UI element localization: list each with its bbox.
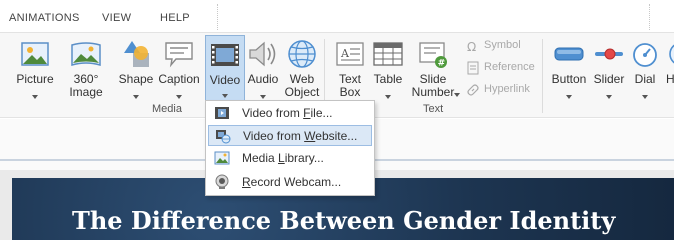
image360-button[interactable]: 360° Image xyxy=(56,35,116,101)
video-website-icon xyxy=(216,130,231,144)
menu-item-label: Record Webcam... xyxy=(242,175,342,189)
web-object-label: Web Object xyxy=(284,72,320,99)
svg-text:Ω: Ω xyxy=(467,40,476,53)
slide-number-label: Slide Number xyxy=(411,72,455,99)
menu-item-video-from-file[interactable]: Video from File... xyxy=(208,103,372,124)
text-box-label: Text Box xyxy=(338,72,361,99)
insert-button-button[interactable]: Button xyxy=(548,35,590,101)
shape-label: Shape xyxy=(118,72,154,86)
reference-label: Reference xyxy=(484,61,535,73)
table-button[interactable]: Table xyxy=(370,35,406,101)
panorama-icon xyxy=(71,42,101,66)
hotspot-icon xyxy=(669,44,674,64)
chevron-down-icon xyxy=(260,95,266,99)
group-label-text: Text xyxy=(423,103,444,115)
tab-help[interactable]: HELP xyxy=(160,12,190,24)
slide-number-button[interactable]: # Slide Number xyxy=(408,35,460,101)
reference-icon xyxy=(467,61,479,75)
menu-item-label: Video from File... xyxy=(242,106,333,120)
hotspot-button[interactable]: H xyxy=(664,35,674,101)
menu-item-label: Video from Website... xyxy=(243,129,358,143)
chevron-down-icon xyxy=(133,95,139,99)
caption-label: Caption xyxy=(158,72,200,86)
button-icon xyxy=(554,47,584,61)
film-icon xyxy=(211,44,239,66)
chevron-down-icon xyxy=(606,95,612,99)
dial-icon xyxy=(633,43,657,67)
chevron-down-icon xyxy=(32,95,38,99)
text-box-icon: A xyxy=(336,42,364,66)
shape-button[interactable]: Shape xyxy=(116,35,156,101)
chevron-down-icon xyxy=(222,94,228,98)
table-label: Table xyxy=(373,72,403,86)
video-button[interactable]: Video xyxy=(205,35,245,101)
group-separator xyxy=(542,39,543,113)
slide-title[interactable]: The Difference Between Gender Identity xyxy=(72,206,615,235)
media-library-icon xyxy=(214,151,230,165)
slider-label: Slider xyxy=(593,72,625,86)
chevron-down-icon xyxy=(642,95,648,99)
dial-button[interactable]: Dial xyxy=(628,35,662,101)
tab-animations[interactable]: ANIMATIONS xyxy=(9,12,80,24)
caption-button[interactable]: Caption xyxy=(156,35,202,101)
table-icon xyxy=(373,42,403,66)
speaker-icon xyxy=(249,41,276,67)
svg-text:A: A xyxy=(340,47,350,60)
chevron-down-icon xyxy=(566,95,572,99)
globe-icon xyxy=(288,40,316,68)
slide-number-icon: # xyxy=(419,42,447,69)
link-icon xyxy=(467,84,479,96)
menu-item-media-library[interactable]: Media Library... xyxy=(208,148,372,169)
symbol-label: Symbol xyxy=(484,39,521,51)
ribbon-tab-bar: ANIMATIONS VIEW HELP xyxy=(0,0,674,32)
omega-icon: Ω xyxy=(467,40,476,53)
picture-button[interactable]: Picture xyxy=(14,35,56,101)
menu-item-record-webcam[interactable]: Record Webcam... xyxy=(208,172,372,193)
group-label-media: Media xyxy=(152,103,182,115)
video-dropdown-menu: Video from File... Video from Website...… xyxy=(205,100,375,196)
text-box-button[interactable]: A Text Box xyxy=(330,35,370,101)
webcam-icon xyxy=(215,174,229,189)
dial-label: Dial xyxy=(634,72,656,86)
chevron-down-icon xyxy=(385,95,391,99)
video-label: Video xyxy=(209,73,241,87)
tab-divider xyxy=(217,4,218,30)
button-label: Button xyxy=(551,72,587,86)
menu-item-label: Media Library... xyxy=(242,151,324,165)
slider-button[interactable]: Slider xyxy=(590,35,628,101)
picture-label: Picture xyxy=(16,72,54,86)
web-object-button[interactable]: Web Object xyxy=(283,35,321,101)
audio-label: Audio xyxy=(247,72,279,86)
image360-label: 360° Image xyxy=(69,72,103,99)
audio-button[interactable]: Audio xyxy=(245,35,281,101)
svg-text:#: # xyxy=(438,59,446,69)
menu-item-video-from-website[interactable]: Video from Website... xyxy=(208,125,372,146)
chevron-down-icon xyxy=(454,93,460,97)
picture-icon xyxy=(21,42,49,66)
tab-divider xyxy=(649,4,650,30)
hyperlink-label: Hyperlink xyxy=(484,83,530,95)
video-file-icon xyxy=(215,107,229,119)
chevron-down-icon xyxy=(176,95,182,99)
shapes-icon xyxy=(124,41,149,67)
slider-icon xyxy=(595,48,623,60)
hotspot-label: H xyxy=(666,72,674,86)
tab-view[interactable]: VIEW xyxy=(102,12,131,24)
caption-icon xyxy=(165,42,193,68)
